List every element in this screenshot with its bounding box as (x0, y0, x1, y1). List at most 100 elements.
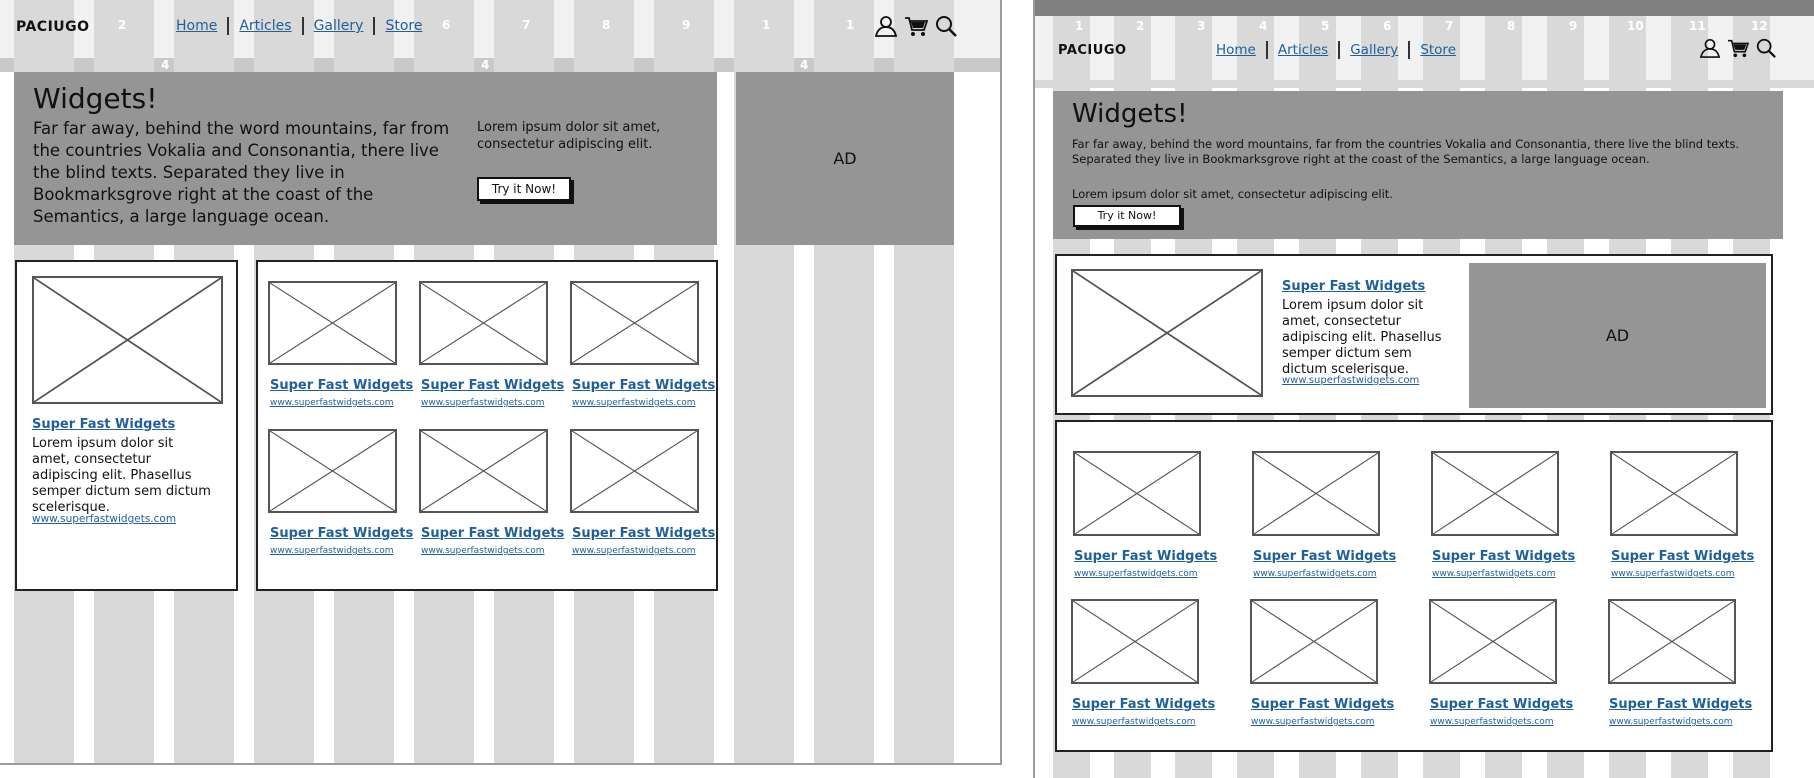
tile-url[interactable]: www.superfastwidgets.com (421, 546, 545, 556)
tablet-wireframe: 1 2 3 4 5 6 7 8 9 10 11 12 PACIUGO Home … (1033, 0, 1814, 778)
grid-number: 8 (1507, 19, 1516, 33)
tile-url[interactable]: www.superfastwidgets.com (270, 546, 394, 556)
ad-slot[interactable]: AD (1469, 263, 1766, 408)
feature-card-title[interactable]: Super Fast Widgets (32, 417, 175, 432)
tile-url[interactable]: www.superfastwidgets.com (1611, 569, 1735, 579)
tile-url[interactable]: www.superfastwidgets.com (1251, 717, 1375, 727)
nav-gallery[interactable]: Gallery (1340, 41, 1411, 59)
tile-title[interactable]: Super Fast Widgets (1251, 697, 1394, 712)
tile-title[interactable]: Super Fast Widgets (270, 526, 413, 541)
try-it-now-button[interactable]: Try it Now! (1073, 205, 1181, 227)
tile-title[interactable]: Super Fast Widgets (1430, 697, 1573, 712)
feature-card-url[interactable]: www.superfastwidgets.com (32, 513, 176, 525)
hero-aside: Lorem ipsum dolor sit amet, consectetur … (477, 120, 661, 152)
grid-number: 4 (1259, 19, 1268, 33)
ad-slot[interactable]: AD (736, 72, 954, 245)
tile-url[interactable]: www.superfastwidgets.com (1072, 717, 1196, 727)
hero-body: Far far away, behind the word mountains,… (1072, 137, 1740, 166)
tile-url[interactable]: www.superfastwidgets.com (572, 546, 696, 556)
grid-number: 12 (1751, 19, 1768, 33)
image-placeholder (419, 281, 548, 365)
grid-number: 4 (161, 58, 170, 72)
nav-store[interactable]: Store (375, 17, 432, 35)
grid-number: 7 (1445, 19, 1454, 33)
widget-grid: Super Fast Widgets www.superfastwidgets.… (1055, 420, 1773, 752)
grid-number: 2 (1136, 19, 1145, 33)
feature-card: Super Fast Widgets Lorem ipsum dolor sit… (15, 260, 238, 591)
tile-title[interactable]: Super Fast Widgets (572, 378, 715, 393)
image-placeholder (1252, 451, 1380, 536)
grid-number: 2 (118, 18, 127, 32)
tile-title[interactable]: Super Fast Widgets (270, 378, 413, 393)
tile-title[interactable]: Super Fast Widgets (1074, 549, 1217, 564)
cart-icon[interactable] (904, 15, 929, 41)
grid-number: 8 (602, 18, 611, 32)
grid-number: 11 (1689, 19, 1706, 33)
grid-number: 4 (800, 58, 809, 72)
brand-logo[interactable]: PACIUGO (16, 19, 90, 35)
image-placeholder (1071, 269, 1263, 397)
hero-title: Widgets! (33, 82, 158, 115)
tile-url[interactable]: www.superfastwidgets.com (421, 398, 545, 408)
nav-gallery[interactable]: Gallery (304, 17, 376, 35)
grid-number: 9 (682, 18, 691, 32)
image-placeholder (268, 429, 397, 513)
header-icons (1699, 37, 1777, 63)
nav-home[interactable]: Home (176, 17, 230, 35)
grid-number: 1 (1075, 19, 1084, 33)
brand-logo[interactable]: PACIUGO (1058, 43, 1127, 58)
header-icons (874, 14, 958, 42)
grid-number: 6 (442, 18, 451, 32)
grid-number: 3 (1197, 19, 1206, 33)
grid-number: 1 (846, 18, 855, 32)
tile-url[interactable]: www.superfastwidgets.com (572, 398, 696, 408)
tile-url[interactable]: www.superfastwidgets.com (1432, 569, 1556, 579)
tile-title[interactable]: Super Fast Widgets (1072, 697, 1215, 712)
image-placeholder (1608, 599, 1736, 684)
hero-banner: Widgets! Far far away, behind the word m… (1053, 91, 1783, 239)
feature-card-text: Lorem ipsum dolor sit amet, consectetur … (32, 436, 211, 515)
tile-url[interactable]: www.superfastwidgets.com (1609, 717, 1733, 727)
grid-number: 1 (762, 18, 771, 32)
image-placeholder (32, 276, 223, 404)
tile-title[interactable]: Super Fast Widgets (1432, 549, 1575, 564)
tile-title[interactable]: Super Fast Widgets (421, 526, 564, 541)
feature-card-url[interactable]: www.superfastwidgets.com (1282, 375, 1419, 386)
search-icon[interactable] (1755, 37, 1777, 63)
nav-home[interactable]: Home (1216, 41, 1268, 59)
tile-url[interactable]: www.superfastwidgets.com (270, 398, 394, 408)
grid-number: 10 (1627, 19, 1644, 33)
tile-title[interactable]: Super Fast Widgets (1253, 549, 1396, 564)
tile-url[interactable]: www.superfastwidgets.com (1253, 569, 1377, 579)
nav-articles[interactable]: Articles (229, 17, 304, 35)
tile-url[interactable]: www.superfastwidgets.com (1074, 569, 1198, 579)
nav-articles[interactable]: Articles (1268, 41, 1341, 59)
grid-number: 5 (1321, 19, 1330, 33)
main-nav: Home Articles Gallery Store (1216, 41, 1466, 59)
search-icon[interactable] (934, 14, 958, 42)
desktop-wireframe: 2 6 7 8 9 1 1 4 4 4 6 PACIUGO Home Artic… (0, 0, 1002, 765)
image-placeholder (268, 281, 397, 365)
hero-title: Widgets! (1072, 99, 1188, 129)
nav-store[interactable]: Store (1410, 41, 1466, 59)
main-nav: Home Articles Gallery Store (176, 17, 432, 35)
image-placeholder (1431, 451, 1559, 536)
user-icon[interactable] (874, 15, 898, 41)
feature-card-title[interactable]: Super Fast Widgets (1282, 279, 1425, 294)
feature-card-text: Lorem ipsum dolor sit amet, consectetur … (1282, 298, 1442, 377)
tile-title[interactable]: Super Fast Widgets (1609, 697, 1752, 712)
grid-number: 4 (481, 58, 490, 72)
tile-title[interactable]: Super Fast Widgets (572, 526, 715, 541)
grid-number: 6 (1383, 19, 1392, 33)
widget-grid: Super Fast Widgets www.superfastwidgets.… (256, 260, 718, 591)
grid-number: 9 (1569, 19, 1578, 33)
grid-number: 6 (722, 180, 731, 194)
cart-icon[interactable] (1727, 38, 1750, 62)
tile-title[interactable]: Super Fast Widgets (421, 378, 564, 393)
user-icon[interactable] (1699, 38, 1721, 62)
image-placeholder (1610, 451, 1738, 536)
tile-url[interactable]: www.superfastwidgets.com (1430, 717, 1554, 727)
try-it-now-button[interactable]: Try it Now! (477, 177, 571, 201)
image-placeholder (1429, 599, 1557, 684)
tile-title[interactable]: Super Fast Widgets (1611, 549, 1754, 564)
